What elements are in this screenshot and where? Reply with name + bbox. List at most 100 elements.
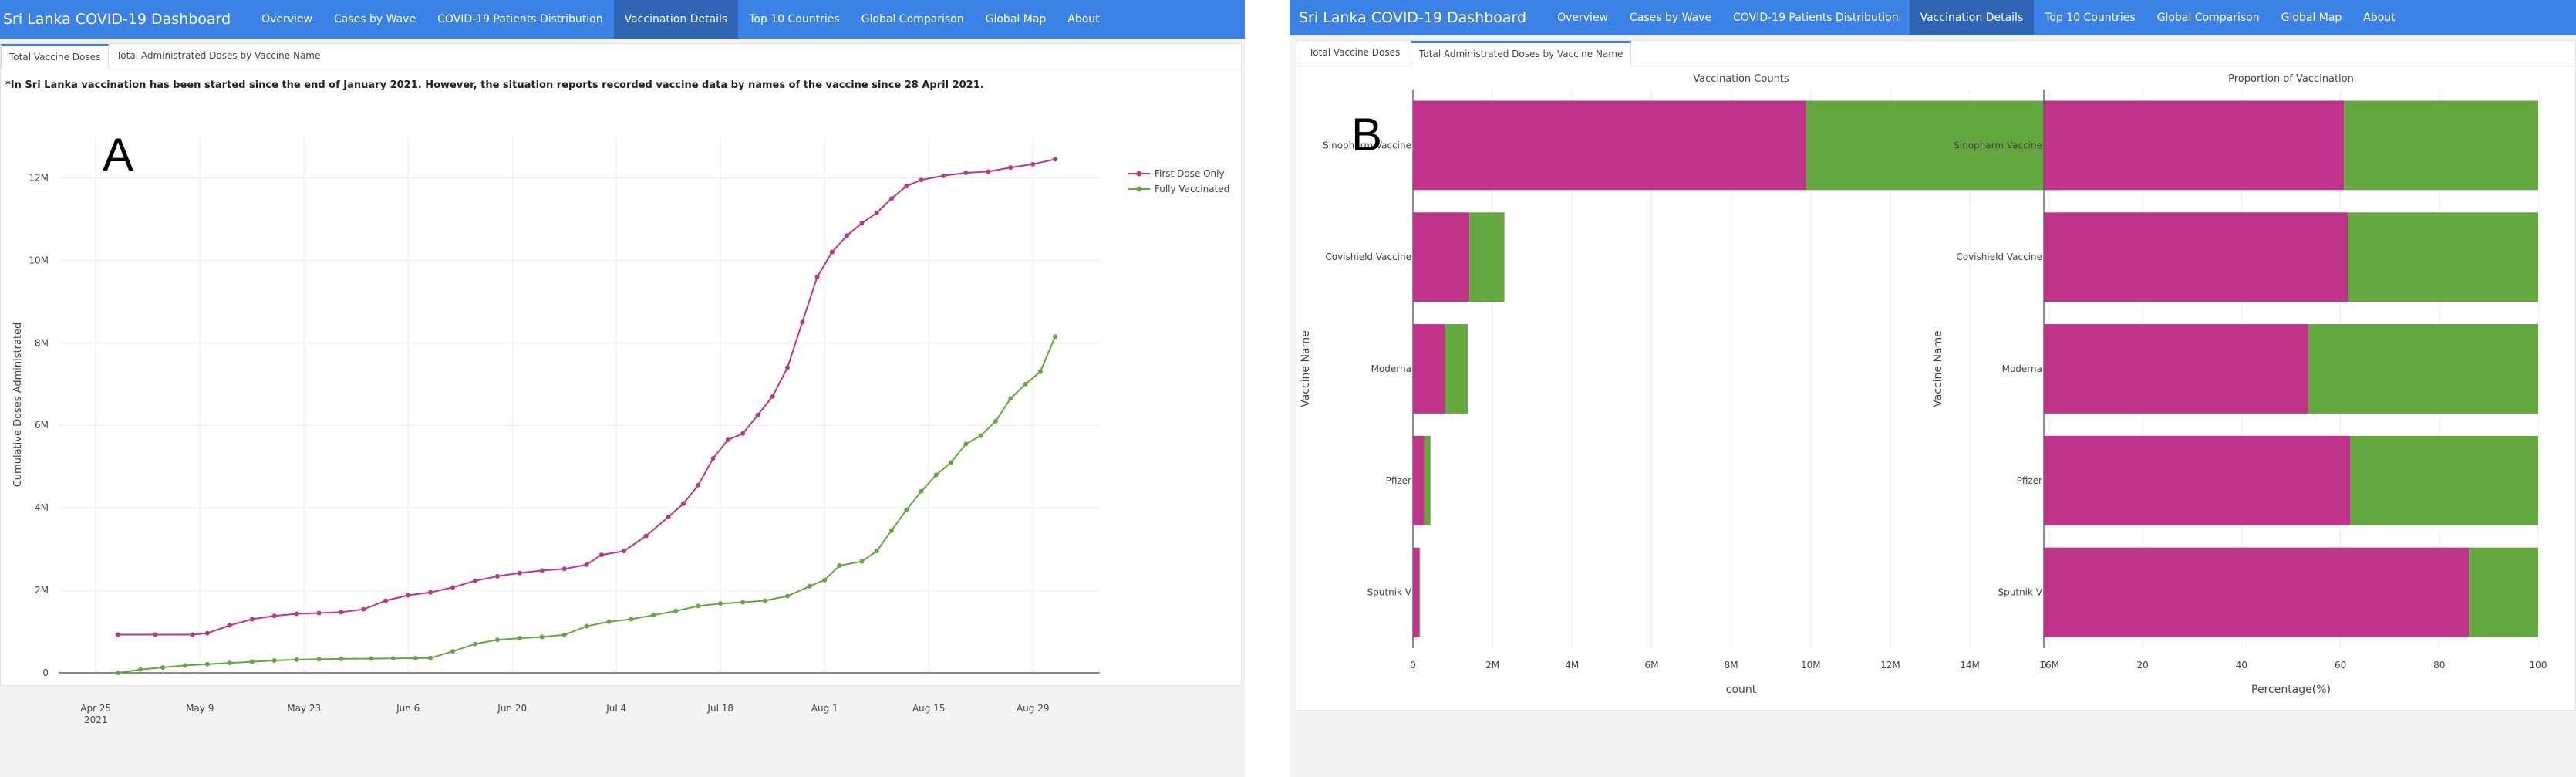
bar-first-dose [1413, 212, 1470, 302]
data-point [740, 431, 746, 436]
y-axis-title: Vaccine Name [1932, 330, 1944, 407]
data-point [889, 528, 894, 533]
x-tick-label: 10M [1801, 660, 1821, 671]
vaccination-note: *In Sri Lanka vaccination has been start… [5, 79, 984, 91]
tab-doses-by-vaccine-name[interactable]: Total Administrated Doses by Vaccine Nam… [109, 44, 328, 68]
nav-global-comparison[interactable]: Global Comparison [2146, 0, 2271, 35]
nav-overview[interactable]: Overview [1546, 0, 1619, 35]
data-point [539, 568, 545, 573]
data-point [473, 578, 477, 583]
data-point [666, 514, 671, 519]
y-tick-label: Covishield Vaccine [1956, 252, 2042, 262]
nav-global-map[interactable]: Global Map [2271, 0, 2353, 35]
data-point [904, 184, 909, 189]
data-point [204, 630, 210, 636]
nav-about[interactable]: About [2352, 0, 2406, 35]
panel-label-b: B [1351, 109, 1383, 160]
data-point [606, 619, 612, 624]
data-point [116, 632, 121, 637]
tab-total-vaccine-doses[interactable]: Total Vaccine Doses [1301, 41, 1408, 65]
data-point [561, 566, 567, 572]
tab-content: Total Vaccine Doses Total Administrated … [1296, 40, 2576, 711]
x-tick-label: May 9 [186, 703, 214, 714]
x-tick-label: Jun 20 [497, 703, 527, 714]
data-point [1023, 381, 1028, 387]
x-tick-label: 6M [1644, 660, 1658, 671]
data-point [829, 249, 835, 255]
x-tick-label: Jun 6 [396, 703, 420, 714]
nav-cases-by-wave[interactable]: Cases by Wave [323, 0, 427, 39]
nav-overview[interactable]: Overview [251, 0, 323, 39]
y-tick-label: Moderna [1371, 363, 1411, 374]
nav-vaccination-details[interactable]: Vaccination Details [613, 0, 739, 39]
data-point [339, 610, 344, 615]
data-point [643, 533, 649, 539]
tab-doses-by-vaccine-name[interactable]: Total Administrated Doses by Vaccine Nam… [1411, 41, 1632, 66]
data-point [450, 649, 456, 654]
data-point [271, 657, 277, 663]
data-point [874, 210, 879, 215]
data-point [963, 171, 969, 176]
data-point [227, 660, 232, 666]
data-point [651, 613, 656, 618]
y-tick-label: Pfizer [1386, 475, 1411, 486]
data-point [204, 661, 210, 667]
data-point [271, 613, 277, 619]
data-point [584, 562, 589, 567]
data-point [294, 611, 299, 617]
bar-fully-vaccinated [1419, 547, 1421, 637]
bar-first-dose [1413, 100, 1806, 191]
nav-global-comparison[interactable]: Global Comparison [851, 0, 975, 39]
navbar-brand[interactable]: Sri Lanka COVID-19 Dashboard [0, 0, 251, 39]
data-point [845, 233, 850, 238]
bar-first-dose [2044, 435, 2351, 525]
x-axis-title: Percentage(%) [2251, 684, 2331, 696]
data-point [316, 610, 322, 616]
x-tick-label: Aug 15 [912, 703, 946, 714]
bar-first-dose [2044, 212, 2348, 302]
y-tick-label: 2M [35, 585, 49, 596]
data-point [369, 656, 373, 661]
data-point [428, 590, 433, 595]
data-point [294, 657, 299, 662]
tab-total-vaccine-doses[interactable]: Total Vaccine Doses [1, 44, 110, 69]
data-point [1037, 369, 1043, 374]
bar-first-dose [2044, 324, 2308, 414]
data-point [390, 656, 396, 661]
nav-global-map[interactable]: Global Map [975, 0, 1057, 39]
data-point [814, 274, 820, 279]
y-tick-label: 12M [29, 172, 49, 183]
y-tick-label: Sputnik V [1998, 587, 2043, 598]
cumulative-doses-line-chart: 0 2M 4M 6M 8M 10M 12M Apr 252021 May 9 May 23 Jun … [12, 137, 1229, 723]
data-point [621, 549, 626, 554]
nav-patients-distribution[interactable]: COVID-19 Patients Distribution [1722, 0, 1910, 35]
nav-top-10-countries[interactable]: Top 10 Countries [2034, 0, 2146, 35]
data-point [919, 488, 924, 494]
y-tick-label: 6M [35, 420, 49, 431]
data-point [919, 177, 924, 183]
bar-fully-vaccinated [1445, 324, 1468, 414]
data-point [584, 623, 589, 629]
data-point [517, 636, 522, 641]
navbar-brand[interactable]: Sri Lanka COVID-19 Dashboard [1290, 0, 1546, 35]
nav-about[interactable]: About [1057, 0, 1110, 39]
legend-label: First Dose Only [1155, 168, 1225, 179]
bar-fully-vaccinated [1469, 212, 1505, 302]
data-point [978, 433, 983, 438]
data-point [473, 641, 477, 647]
data-point [993, 418, 998, 424]
data-point [874, 549, 879, 554]
data-point [383, 598, 389, 603]
nav-vaccination-details[interactable]: Vaccination Details [1909, 0, 2035, 35]
navbar: Sri Lanka COVID-19 Dashboard Overview Ca… [0, 0, 1245, 39]
nav-top-10-countries[interactable]: Top 10 Countries [738, 0, 850, 39]
chart-title: Vaccination Counts [1693, 73, 1789, 85]
data-point [116, 671, 121, 675]
x-tick-label: 2M [1485, 660, 1499, 671]
nav-cases-by-wave[interactable]: Cases by Wave [1619, 0, 1722, 35]
nav-patients-distribution[interactable]: COVID-19 Patients Distribution [427, 0, 614, 39]
bar-fully-vaccinated [1424, 435, 1431, 525]
data-point [740, 600, 746, 605]
bar-first-dose [1413, 435, 1425, 525]
data-point [450, 585, 456, 590]
